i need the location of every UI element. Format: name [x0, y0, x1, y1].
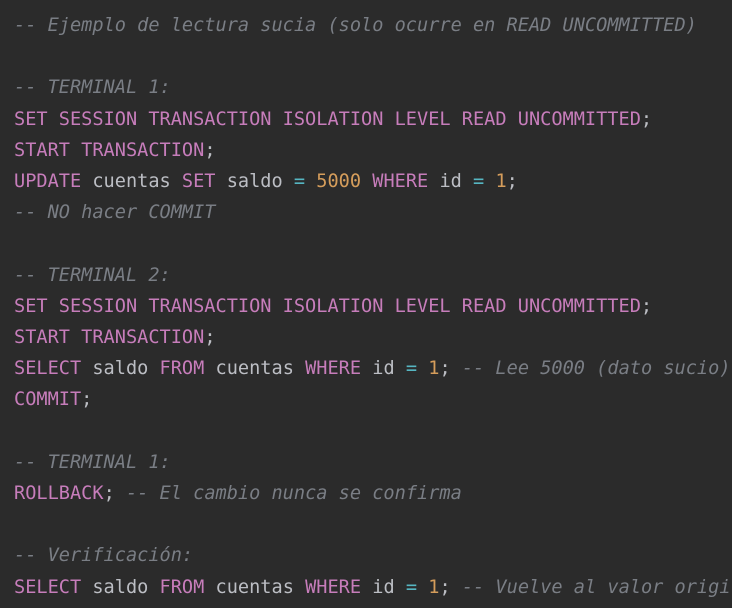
sql-number: 1 [495, 171, 507, 192]
sql-keyword: FROM [159, 358, 205, 380]
sql-comment: -- Verificación: [14, 545, 194, 567]
sql-operator: = [405, 576, 418, 598]
code-editor[interactable]: -- Ejemplo de lectura sucia (solo ocurre… [0, 0, 732, 608]
sql-identifier [484, 171, 495, 192]
sql-operator: = [293, 171, 306, 192]
code-line[interactable]: -- NO hacer COMMIT [14, 197, 216, 228]
sql-operator: = [405, 358, 418, 380]
code-line[interactable]: -- TERMINAL 1: [14, 447, 171, 478]
sql-keyword: START TRANSACTION [14, 139, 205, 161]
sql-number: 1 [428, 358, 440, 380]
code-line[interactable]: START TRANSACTION; [14, 135, 216, 166]
sql-punctuation: ; [506, 171, 518, 192]
sql-operator: = [473, 171, 485, 192]
sql-keyword: WHERE [305, 576, 362, 598]
sql-keyword: SELECT [14, 358, 82, 380]
sql-identifier [417, 358, 428, 379]
sql-punctuation: ; [81, 389, 93, 411]
sql-keyword: SET SESSION TRANSACTION ISOLATION LEVEL … [14, 108, 641, 130]
sql-keyword: WHERE [305, 358, 362, 380]
code-line[interactable]: UPDATE cuentas SET saldo = 5000 WHERE id… [14, 166, 518, 197]
code-line[interactable]: ROLLBACK; -- El cambio nunca se confirma [14, 478, 462, 509]
sql-keyword: SET SESSION TRANSACTION ISOLATION LEVEL … [14, 295, 641, 317]
code-line[interactable]: SET SESSION TRANSACTION ISOLATION LEVEL … [14, 291, 652, 322]
sql-identifier: id [428, 171, 474, 192]
sql-number: 5000 [316, 171, 362, 192]
sql-identifier [305, 171, 316, 192]
sql-punctuation: ; [640, 108, 653, 130]
code-line[interactable]: START TRANSACTION; [14, 322, 216, 353]
sql-punctuation: ; [103, 483, 126, 504]
sql-keyword: UPDATE [14, 171, 82, 192]
sql-identifier [361, 171, 372, 192]
sql-identifier: cuentas [204, 576, 306, 598]
sql-identifier: id [361, 358, 406, 380]
sql-identifier: id [361, 576, 406, 598]
sql-comment: -- TERMINAL 1: [14, 77, 171, 99]
code-line[interactable]: -- Verificación: [14, 540, 193, 571]
sql-identifier: saldo [81, 358, 160, 380]
sql-keyword: SELECT [14, 576, 82, 598]
sql-identifier [417, 577, 428, 598]
code-line[interactable]: COMMIT; [14, 384, 92, 415]
sql-comment: -- TERMINAL 1: [14, 451, 171, 473]
sql-keyword: ROLLBACK [14, 483, 104, 504]
code-line[interactable]: SELECT saldo FROM cuentas WHERE id = 1; … [14, 572, 731, 603]
sql-punctuation: ; [204, 327, 216, 348]
sql-keyword: WHERE [372, 171, 429, 192]
code-line[interactable]: -- TERMINAL 1: [14, 72, 171, 103]
sql-punctuation: ; [439, 358, 462, 380]
sql-comment: -- NO hacer COMMIT [14, 202, 216, 224]
code-line[interactable]: -- TERMINAL 2: [14, 260, 171, 291]
sql-punctuation: ; [640, 295, 653, 317]
sql-identifier: saldo [215, 171, 294, 192]
sql-keyword: COMMIT [14, 389, 82, 411]
sql-comment: -- Ejemplo de lectura sucia (solo ocurre… [14, 15, 697, 36]
sql-comment: -- Vuelve al valor origi [461, 576, 731, 598]
sql-comment: -- TERMINAL 2: [14, 264, 171, 286]
sql-keyword: FROM [159, 576, 205, 598]
sql-number: 1 [428, 576, 440, 598]
sql-identifier: cuentas [204, 358, 306, 380]
sql-comment: -- El cambio nunca se confirma [125, 483, 462, 504]
sql-keyword: SET [181, 171, 216, 192]
sql-keyword: START TRANSACTION [14, 327, 205, 348]
code-line[interactable]: SET SESSION TRANSACTION ISOLATION LEVEL … [14, 104, 652, 135]
code-line[interactable]: -- Ejemplo de lectura sucia (solo ocurre… [14, 10, 697, 41]
code-line[interactable]: SELECT saldo FROM cuentas WHERE id = 1; … [14, 353, 731, 384]
sql-identifier: cuentas [81, 171, 182, 192]
sql-comment: -- Lee 5000 (dato sucio) [461, 358, 731, 380]
sql-punctuation: ; [439, 576, 462, 598]
sql-punctuation: ; [204, 139, 216, 161]
sql-identifier: saldo [81, 576, 160, 598]
